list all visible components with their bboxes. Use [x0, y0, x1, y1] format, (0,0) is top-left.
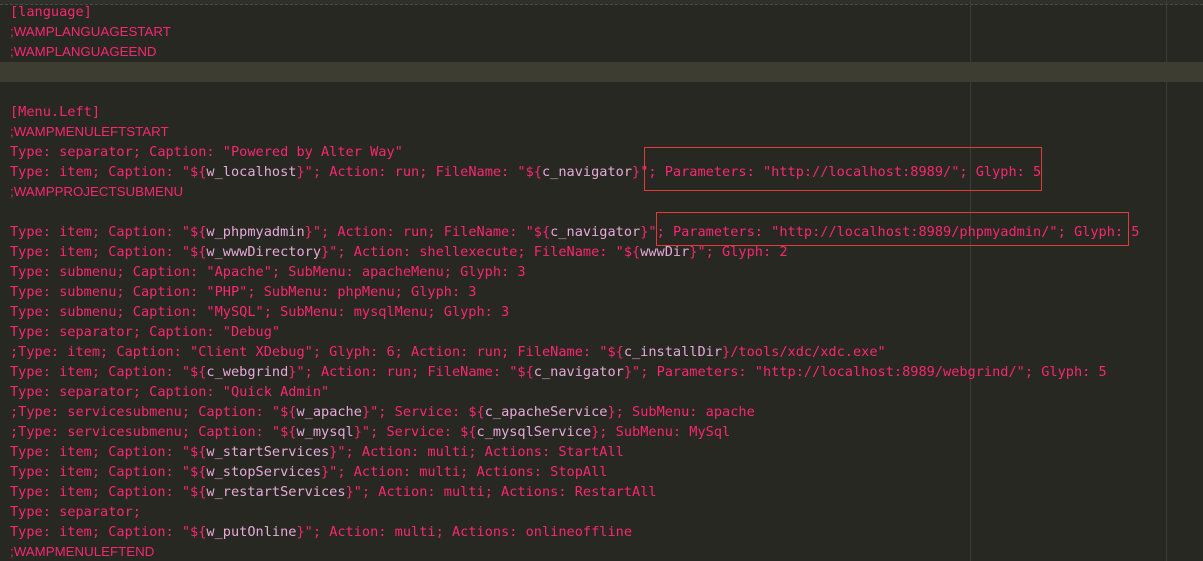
code-line[interactable]: ;WAMPPROJECTSUBMENU: [0, 182, 1203, 202]
template-variable: wwwDir: [640, 244, 690, 260]
code-text: ;Type: servicesubmenu; Caption: "${: [10, 424, 297, 440]
code-text: }/tools/xdc/xdc.exe": [722, 344, 886, 360]
code-text: }"; Parameters: "http://localhost:8989/w…: [623, 364, 1107, 380]
code-line[interactable]: ;WAMPMENULEFTSTART: [0, 122, 1203, 142]
code-text: }; SubMenu: MySql: [591, 424, 731, 440]
code-text: }"; Glyph: 2: [689, 244, 788, 260]
code-text: Type: separator; Caption: "Quick Admin": [10, 384, 330, 400]
code-line[interactable]: [0, 202, 1203, 222]
code-text: Type: submenu; Caption: "MySQL"; SubMenu…: [10, 304, 510, 320]
code-text: [language]: [10, 4, 92, 20]
code-text: }"; Action: multi; Actions: StopAll: [321, 464, 608, 480]
template-variable: c_navigator: [550, 224, 641, 240]
code-text: ;WAMPLANGUAGEEND: [10, 44, 157, 59]
code-line[interactable]: Type: separator; Caption: "Powered by Al…: [0, 142, 1203, 162]
code-line[interactable]: Type: separator;: [0, 502, 1203, 522]
code-line[interactable]: ;Type: servicesubmenu; Caption: "${w_mys…: [0, 422, 1203, 442]
code-line[interactable]: [0, 82, 1203, 102]
code-line[interactable]: Type: item; Caption: "${w_restartService…: [0, 482, 1203, 502]
code-line[interactable]: Type: item; Caption: "${c_webgrind}"; Ac…: [0, 362, 1203, 382]
template-variable: w_mysql: [296, 424, 354, 440]
code-text: }; SubMenu: apache: [607, 404, 755, 420]
code-text: Type: item; Caption: "${: [10, 444, 207, 460]
code-line[interactable]: ;Type: servicesubmenu; Caption: "${w_apa…: [0, 402, 1203, 422]
code-line[interactable]: Type: submenu; Caption: "MySQL"; SubMenu…: [0, 302, 1203, 322]
code-line[interactable]: Type: separator; Caption: "Quick Admin": [0, 382, 1203, 402]
code-lines[interactable]: [language] ;WAMPLANGUAGESTART ;WAMPLANGUAG…: [0, 2, 1203, 561]
code-line[interactable]: Type: item; Caption: "${w_localhost}"; A…: [0, 162, 1203, 182]
code-text: Type: submenu; Caption: "Apache"; SubMen…: [10, 264, 526, 280]
template-variable: w_phpmyadmin: [206, 224, 305, 240]
code-line[interactable]: Type: item; Caption: "${w_stopServices}"…: [0, 462, 1203, 482]
template-variable: c_apacheService: [484, 404, 608, 420]
template-variable: w_apache: [296, 404, 362, 420]
template-variable: w_restartServices: [206, 484, 346, 500]
code-text: }"; Action: multi; Actions: RestartAll: [345, 484, 657, 500]
code-line[interactable]: ;WAMPMENULEFTEND: [0, 542, 1203, 561]
code-text: Type: item; Caption: "${: [10, 224, 207, 240]
code-text: ;WAMPPROJECTSUBMENU: [10, 184, 184, 199]
code-text: }"; Parameters: "http://localhost:8989/p…: [640, 224, 1140, 240]
code-text: }"; Action: run; FileName: "${: [304, 224, 551, 240]
code-text: }"; Action: run; FileName: "${: [296, 164, 542, 180]
code-text: [Menu.Left]: [10, 104, 101, 120]
code-text: ;Type: servicesubmenu; Caption: "${: [10, 404, 297, 420]
template-variable: w_putOnline: [206, 524, 297, 540]
code-line[interactable]: Type: submenu; Caption: "PHP"; SubMenu: …: [0, 282, 1203, 302]
code-text: Type: item; Caption: "${: [10, 164, 207, 180]
code-line[interactable]: Type: separator; Caption: "Debug": [0, 322, 1203, 342]
code-editor[interactable]: [language] ;WAMPLANGUAGESTART ;WAMPLANGUAG…: [0, 0, 1203, 561]
code-line[interactable]: [0, 62, 1203, 82]
code-line[interactable]: [language]: [0, 2, 1203, 22]
template-variable: c_installDir: [623, 344, 723, 360]
code-text: ;WAMPMENULEFTSTART: [10, 124, 169, 139]
template-variable: w_wwwDirectory: [206, 244, 321, 260]
code-line[interactable]: ;Type: item; Caption: "Client XDebug"; G…: [0, 342, 1203, 362]
code-text: Type: separator; Caption: "Debug": [10, 324, 281, 340]
code-text: }"; Parameters: "http://localhost:8989/"…: [632, 164, 1042, 180]
code-line[interactable]: ;WAMPLANGUAGESTART: [0, 22, 1203, 42]
code-text: Type: submenu; Caption: "PHP"; SubMenu: …: [10, 284, 477, 300]
template-variable: c_webgrind: [206, 364, 289, 380]
code-line[interactable]: ;WAMPLANGUAGEEND: [0, 42, 1203, 62]
code-line[interactable]: Type: item; Caption: "${w_phpmyadmin}"; …: [0, 222, 1203, 242]
template-variable: c_navigator: [541, 164, 633, 180]
code-line[interactable]: Type: submenu; Caption: "Apache"; SubMen…: [0, 262, 1203, 282]
code-line[interactable]: Type: item; Caption: "${w_startServices}…: [0, 442, 1203, 462]
code-text: ;WAMPLANGUAGESTART: [10, 24, 171, 39]
code-text: Type: item; Caption: "${: [10, 524, 207, 540]
code-text: Type: item; Caption: "${: [10, 464, 207, 480]
code-text: ;Type: item; Caption: "Client XDebug"; G…: [10, 344, 624, 360]
code-text: Type: item; Caption: "${: [10, 244, 207, 260]
code-text: Type: separator; Caption: "Powered by Al…: [10, 144, 403, 160]
code-line[interactable]: Type: item; Caption: "${w_wwwDirectory}"…: [0, 242, 1203, 262]
code-text: }"; Action: run; FileName: "${: [288, 364, 534, 380]
template-variable: w_stopServices: [206, 464, 321, 480]
code-text: Type: item; Caption: "${: [10, 364, 207, 380]
code-text: ;WAMPMENULEFTEND: [10, 544, 155, 559]
code-text: }"; Action: multi; Actions: onlineofflin…: [296, 524, 633, 540]
code-line[interactable]: [Menu.Left]: [0, 102, 1203, 122]
code-text: }"; Service: ${: [361, 404, 485, 420]
code-text: Type: separator;: [10, 504, 141, 520]
template-variable: w_localhost: [206, 164, 297, 180]
code-text: Type: item; Caption: "${: [10, 484, 207, 500]
code-text: }"; Action: multi; Actions: StartAll: [329, 444, 624, 460]
code-text: }"; Action: shellexecute; FileName: "${: [321, 244, 641, 260]
template-variable: w_startServices: [206, 444, 330, 460]
template-variable: c_navigator: [533, 364, 624, 380]
code-line[interactable]: Type: item; Caption: "${w_putOnline}"; A…: [0, 522, 1203, 542]
template-variable: c_mysqlService: [476, 424, 592, 440]
code-text: }"; Service: ${: [353, 424, 477, 440]
